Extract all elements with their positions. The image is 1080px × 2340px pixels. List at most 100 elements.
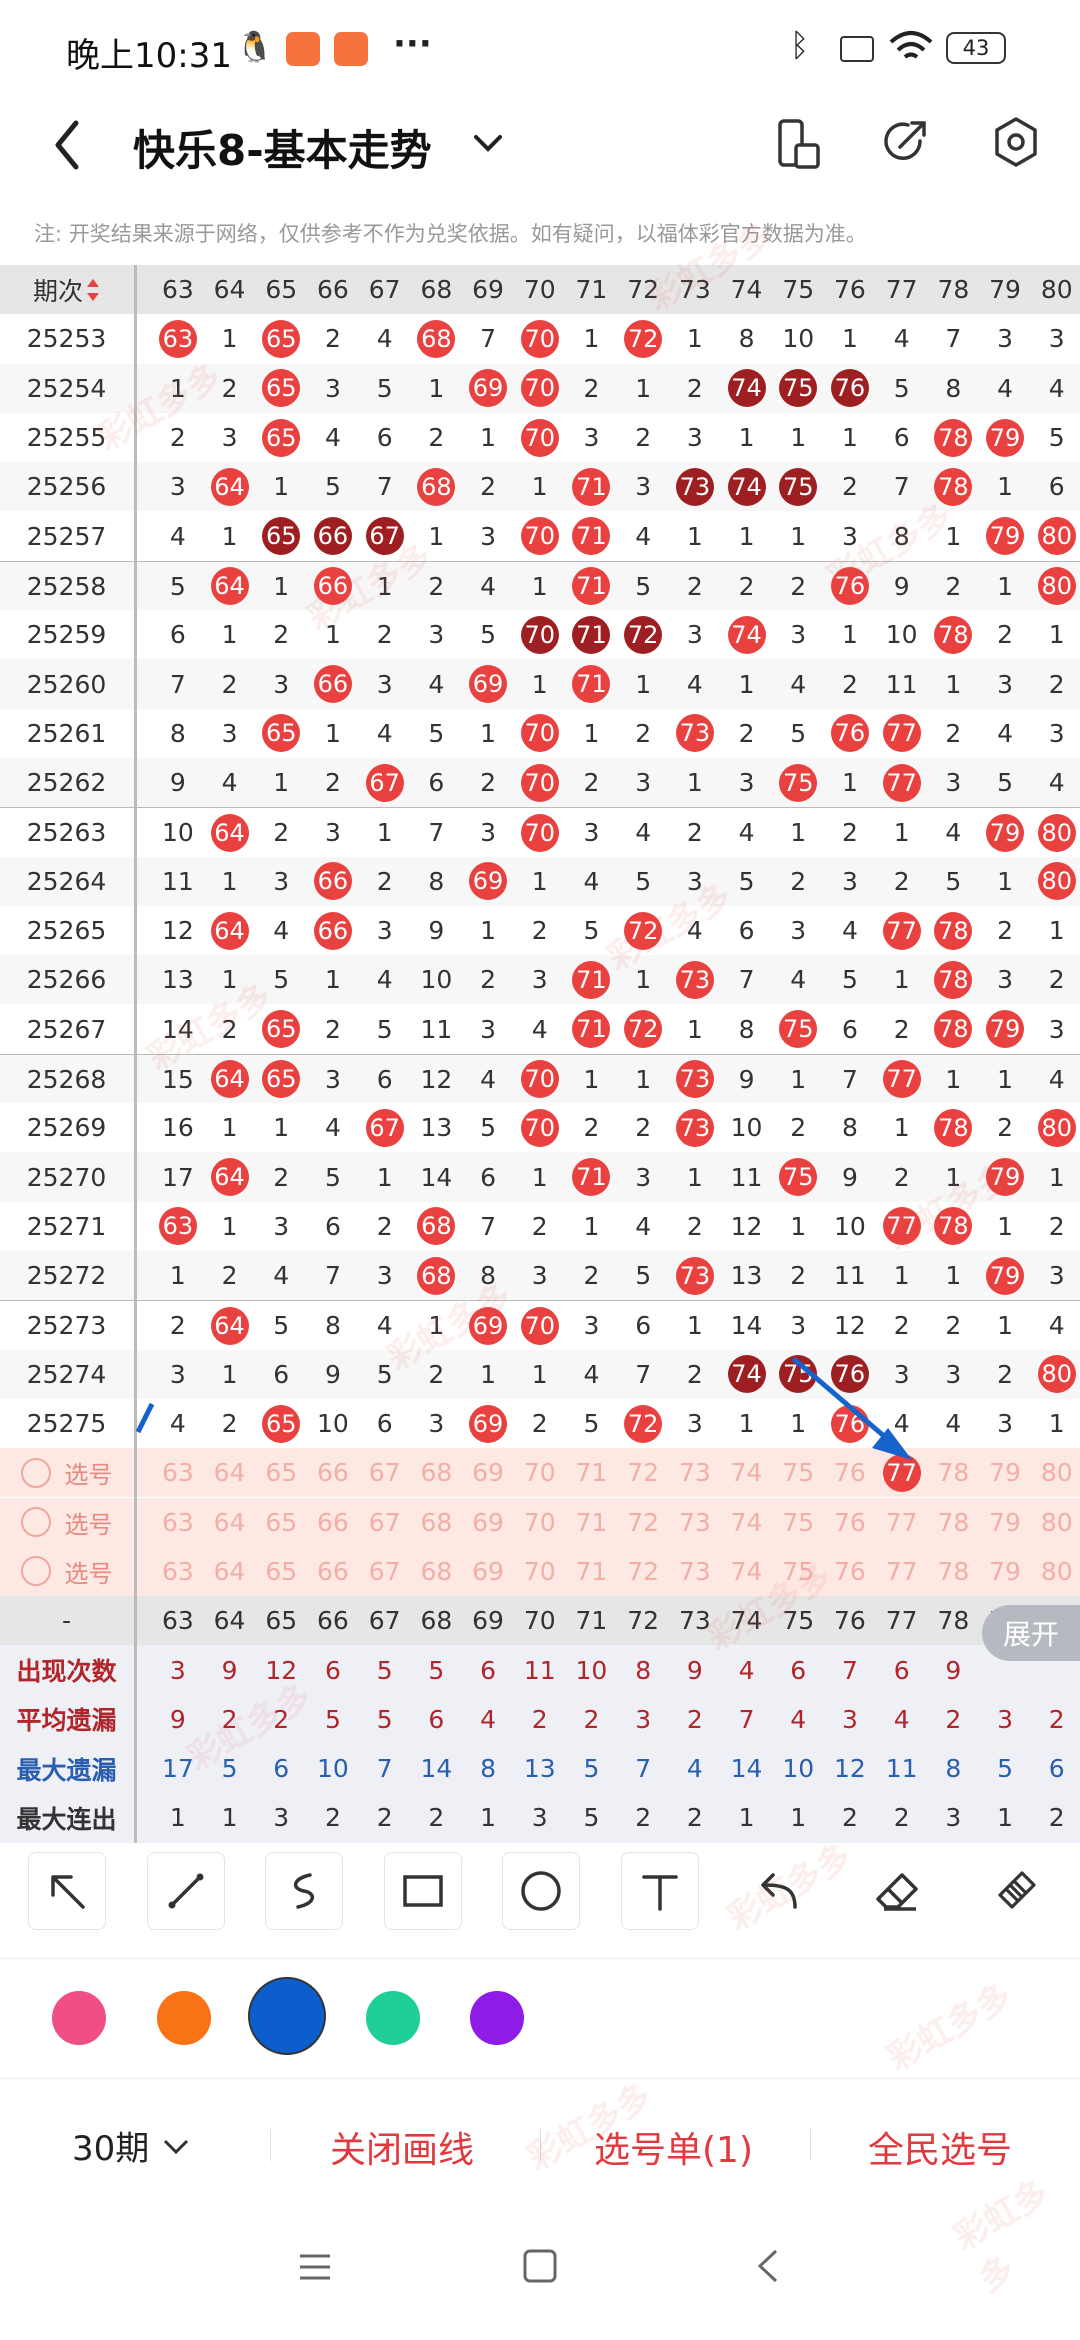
stats-value: 4: [738, 1655, 755, 1685]
curve-tool-icon[interactable]: [265, 1852, 343, 1930]
stats-value: 11: [523, 1655, 556, 1685]
color-green[interactable]: [366, 1991, 420, 2045]
stats-value: 2: [945, 1704, 962, 1734]
color-palette: [0, 1958, 1080, 2077]
stats-value: 10: [575, 1655, 608, 1685]
stats-value: 2: [686, 1704, 703, 1734]
color-pink[interactable]: [52, 1991, 106, 2045]
column-footer: 67: [368, 1606, 401, 1636]
column-footer: 76: [834, 1606, 866, 1636]
color-orange[interactable]: [157, 1991, 211, 2045]
stats-value: 13: [523, 1754, 556, 1784]
divider: [270, 2129, 271, 2161]
stats-label: 出现次数: [16, 1657, 117, 1687]
stats-value: 11: [885, 1754, 918, 1784]
period-select[interactable]: 30期: [72, 2121, 191, 2170]
column-footer: 65: [265, 1606, 298, 1636]
divider: [810, 2129, 811, 2161]
stats-value: 17: [161, 1754, 194, 1784]
stats-value: 10: [317, 1754, 349, 1784]
expand-button[interactable]: 展开: [982, 1605, 1080, 1661]
stats-value: 9: [169, 1704, 186, 1734]
column-footer: 75: [782, 1606, 815, 1636]
stats-value: 5: [376, 1655, 393, 1685]
stats-value: 5: [997, 1754, 1013, 1784]
line-tool-icon[interactable]: [147, 1852, 225, 1930]
column-footer-row: -636465666768697071727374757677787980: [0, 1596, 1080, 1646]
stats-value: 2: [273, 1704, 290, 1734]
stats-value: 2: [583, 1704, 600, 1734]
column-footer: 71: [575, 1606, 608, 1636]
arrow-tool-icon[interactable]: [28, 1852, 106, 1930]
column-footer: 72: [627, 1606, 660, 1636]
stats-value: 12: [834, 1754, 866, 1784]
stats-value: 7: [635, 1754, 652, 1784]
all-pick-button[interactable]: 全民选号: [868, 2121, 1012, 2173]
stats-value: 9: [221, 1655, 238, 1685]
stats-value: 8: [945, 1754, 962, 1784]
stats-value: 7: [376, 1754, 393, 1784]
stats-value: 2: [221, 1704, 238, 1734]
stats-value: 4: [686, 1754, 703, 1784]
close-drawing-button[interactable]: 关闭画线: [330, 2121, 474, 2173]
column-footer: 69: [472, 1606, 504, 1636]
color-purple[interactable]: [470, 1991, 524, 2045]
menu-icon[interactable]: [298, 2250, 332, 2284]
stats-value: 6: [893, 1655, 910, 1685]
home-icon[interactable]: [522, 2248, 558, 2284]
stats-value: 9: [686, 1655, 703, 1685]
stats-value: 3: [997, 1704, 1013, 1734]
column-footer: 73: [678, 1606, 711, 1636]
bottom-action-bar: 30期 关闭画线 选号单(1) 全民选号: [0, 2078, 1080, 2209]
stats-row: 平均遗漏 9 2 2 5 5 6 4 2 2 3 2 7 4 3 4 2 3 2: [0, 1694, 1080, 1744]
stats-value: 7: [738, 1704, 755, 1734]
stats-value: 6: [1048, 1754, 1065, 1784]
stats-value: 6: [324, 1655, 341, 1685]
eraser-icon[interactable]: [858, 1852, 936, 1930]
stats-value: 6: [428, 1704, 445, 1734]
rectangle-tool-icon[interactable]: [384, 1852, 462, 1930]
clear-all-icon[interactable]: [976, 1852, 1054, 1930]
stats-label: 平均遗漏: [16, 1706, 117, 1736]
period-select-label: 30期: [72, 2129, 150, 2169]
column-footer: 66: [317, 1606, 349, 1636]
stats-value: 7: [841, 1655, 858, 1685]
stats-value: 5: [376, 1704, 393, 1734]
column-footer: 74: [730, 1606, 763, 1636]
pick-list-button[interactable]: 选号单(1): [594, 2121, 753, 2173]
drawn-arrow-annotation: [135, 1357, 912, 1460]
stats-value: 14: [420, 1754, 453, 1784]
stats-value: 8: [480, 1754, 496, 1784]
column-footer: 70: [523, 1606, 556, 1636]
chevron-down-icon: [164, 2139, 189, 2154]
stats-value: 9: [945, 1655, 962, 1685]
stats-value: 6: [790, 1655, 807, 1685]
back-nav-icon[interactable]: [754, 2248, 782, 2284]
stats-value: 6: [480, 1655, 496, 1685]
circle-tool-icon[interactable]: [502, 1852, 580, 1930]
column-footer: 78: [937, 1606, 970, 1636]
stats-value: 3: [635, 1704, 652, 1734]
color-blue-selected[interactable]: [248, 1977, 326, 2055]
column-footer: 64: [213, 1606, 246, 1636]
stats-value: 4: [893, 1704, 910, 1734]
system-nav-bar: [0, 2210, 1080, 2340]
stats-label: 最大遗漏: [16, 1755, 117, 1785]
stats-value: 5: [583, 1754, 600, 1784]
stats-value: 4: [480, 1704, 496, 1734]
drawing-toolbar: [0, 1830, 1080, 1955]
text-tool-icon[interactable]: [621, 1852, 699, 1930]
stats-value: 5: [428, 1655, 445, 1685]
stats-row: 出现次数 3 9 12 6 5 5 6 11 10 8 9 4 6 7 6 9: [0, 1645, 1080, 1695]
stats-value: 8: [635, 1655, 652, 1685]
stats-value: 12: [265, 1655, 298, 1685]
stats-value: 2: [531, 1704, 548, 1734]
stats-value: 3: [841, 1704, 858, 1734]
undo-icon[interactable]: [739, 1852, 817, 1930]
stats-value: 10: [782, 1754, 815, 1784]
stats-value: 5: [221, 1754, 238, 1784]
footer-dash: -: [61, 1606, 72, 1636]
stats-value: 14: [730, 1754, 763, 1784]
column-footer: 63: [161, 1606, 194, 1636]
column-footer: 77: [885, 1606, 918, 1636]
